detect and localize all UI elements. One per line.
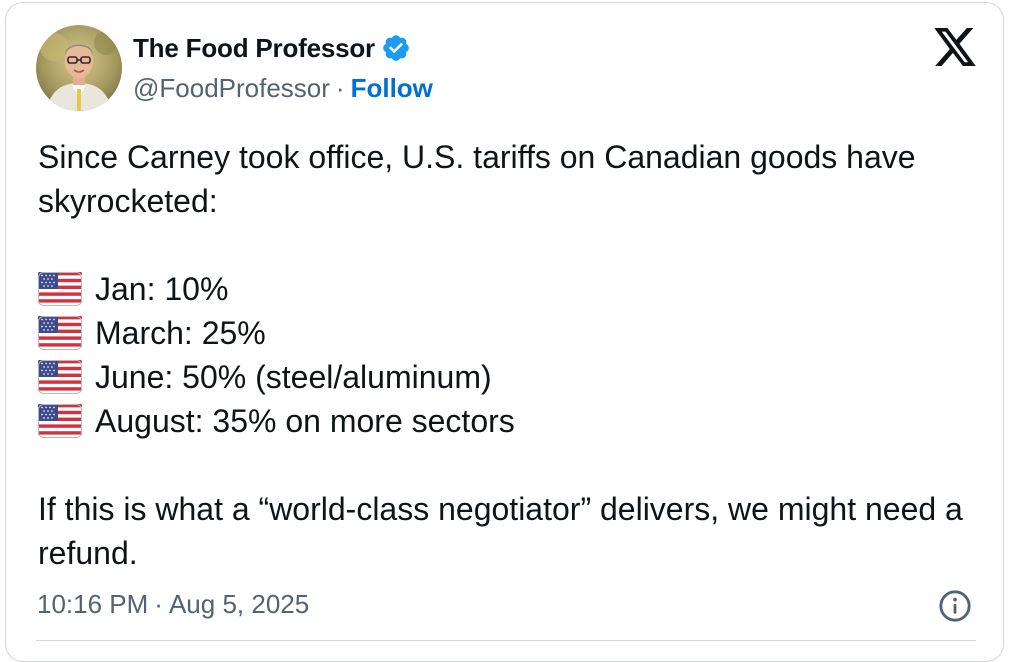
separator-dot: · (154, 588, 163, 619)
avatar[interactable] (36, 25, 122, 111)
verified-badge-icon[interactable] (381, 33, 411, 63)
tweet-intro: Since Carney took office, U.S. tariffs o… (38, 139, 916, 219)
tweet-closing: If this is what a “world-class negotiato… (38, 491, 963, 571)
tweet-date[interactable]: Aug 5, 2025 (169, 589, 309, 620)
tariff-list: Jan: 10% March: 25% June: 50% (steel/alu… (38, 267, 978, 443)
list-item-text: Jan: 10% (95, 271, 229, 307)
list-item-text: March: 25% (95, 315, 266, 351)
list-item: August: 35% on more sectors (38, 399, 978, 443)
author-display-name[interactable]: The Food Professor (133, 33, 375, 64)
list-item: June: 50% (steel/aluminum) (38, 355, 978, 399)
list-item-text: June: 50% (steel/aluminum) (95, 359, 492, 395)
us-flag-icon (38, 316, 82, 350)
avatar-photo (36, 25, 122, 111)
list-item-text: August: 35% on more sectors (95, 403, 515, 439)
tweet-time[interactable]: 10:16 PM (37, 589, 148, 620)
separator-dot: · (335, 72, 345, 103)
follow-button[interactable]: Follow (351, 73, 433, 104)
author-handle[interactable]: @FoodProfessor (133, 73, 330, 104)
list-item: Jan: 10% (38, 267, 978, 311)
divider (36, 640, 976, 641)
info-icon[interactable] (938, 589, 972, 623)
us-flag-icon (38, 360, 82, 394)
us-flag-icon (38, 272, 82, 306)
list-item: March: 25% (38, 311, 978, 355)
author-handle-row: @FoodProfessor · Follow (133, 70, 433, 106)
x-logo-icon[interactable] (934, 28, 976, 66)
tweet-timestamp[interactable]: 10:16 PM · Aug 5, 2025 (37, 586, 309, 622)
author-name-row: The Food Professor (133, 30, 411, 66)
tweet-text: Since Carney took office, U.S. tariffs o… (38, 135, 978, 575)
us-flag-icon (38, 404, 82, 438)
